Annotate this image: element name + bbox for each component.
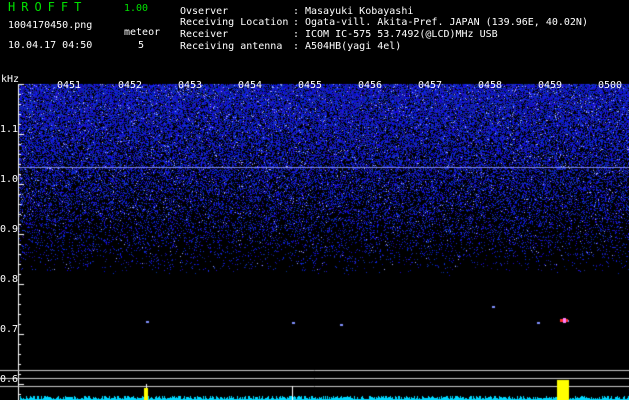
antenna-value: A504HB(yagi 4el) (305, 41, 402, 52)
y-unit-label: kHz (1, 74, 20, 85)
date-time: 10.04.17 04:50 (8, 40, 93, 51)
receiver-value: ICOM IC-575 53.7492(@LCD)MHz USB (305, 29, 498, 40)
time-tick: 0457 (418, 80, 443, 91)
time-tick: 0458 (478, 80, 503, 91)
location-key: Receiving Location (180, 17, 289, 28)
antenna-key: Receiving antenna (180, 41, 283, 52)
file-name: 1004170450.png (8, 20, 93, 31)
observer-sep: : (293, 6, 300, 17)
time-tick: 0455 (298, 80, 323, 91)
meteor-count: 5 (138, 40, 145, 51)
freq-tick: 1.0 (0, 174, 19, 185)
meteor-count-label: meteor (124, 27, 161, 38)
freq-tick: 0.7 (0, 324, 19, 335)
observer-value: Masayuki Kobayashi (305, 6, 414, 17)
time-tick: 0500 (598, 80, 623, 91)
freq-tick: 0.9 (0, 224, 19, 235)
antenna-sep: : (293, 41, 300, 52)
app-title: HROFFT (8, 0, 88, 14)
app-version: 1.00 (124, 3, 149, 14)
time-tick: 0451 (57, 80, 82, 91)
freq-tick: 1.1 (0, 124, 19, 135)
location-sep: : (293, 17, 300, 28)
freq-tick: 0.8 (0, 274, 19, 285)
spectrogram-canvas (0, 76, 629, 400)
receiver-key: Receiver (180, 29, 229, 40)
time-tick: 0456 (358, 80, 383, 91)
freq-tick: 0.6 (0, 374, 19, 385)
location-value: Ogata-vill. Akita-Pref. JAPAN (139.96E, … (305, 17, 588, 28)
time-tick: 0453 (178, 80, 203, 91)
observer-key: Ovserver (180, 6, 229, 17)
receiver-sep: : (293, 29, 300, 40)
time-tick: 0454 (238, 80, 263, 91)
time-tick: 0452 (118, 80, 143, 91)
time-tick: 0459 (538, 80, 563, 91)
